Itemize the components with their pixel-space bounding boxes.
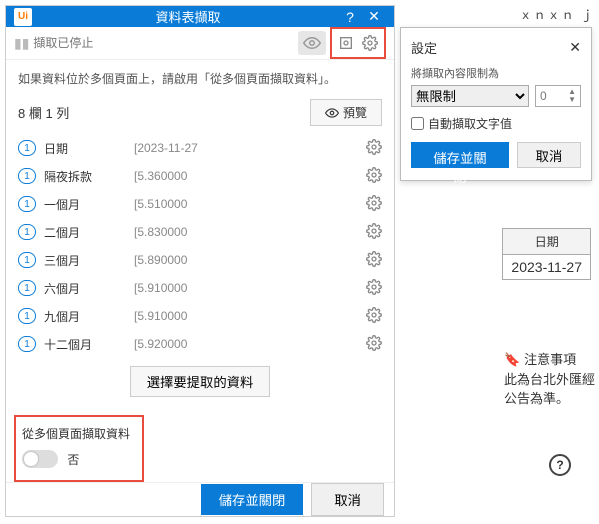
column-badge: 1 <box>18 224 36 240</box>
cancel-button[interactable]: 取消 <box>311 483 384 516</box>
column-value: [5.910000 <box>134 281 366 295</box>
row-gear-icon[interactable] <box>366 335 382 354</box>
target-icon[interactable] <box>334 31 358 55</box>
column-label: 二個月 <box>44 224 134 241</box>
column-badge: 1 <box>18 168 36 184</box>
row-count: 8 欄 1 列 <box>18 103 310 122</box>
row-gear-icon[interactable] <box>366 195 382 214</box>
column-label: 三個月 <box>44 252 134 269</box>
column-value: [5.910000 <box>134 309 366 323</box>
settings-close-icon[interactable]: ✕ <box>569 39 581 56</box>
bg-date-header: 日期 <box>502 228 591 255</box>
multi-page-section: 從多個頁面擷取資料 否 <box>14 415 144 482</box>
column-label: 六個月 <box>44 280 134 297</box>
status-input[interactable] <box>33 36 298 50</box>
background-note: 🔖注意事項 此為台北外匯經 公告為準。 <box>504 350 595 409</box>
column-badge: 1 <box>18 336 36 352</box>
column-row[interactable]: 1 六個月[5.910000 <box>12 274 388 302</box>
column-badge: 1 <box>18 252 36 268</box>
summary-row: 8 欄 1 列 預覽 <box>6 97 394 134</box>
preview-label: 預覽 <box>343 104 367 121</box>
column-row[interactable]: 1 一個月[5.510000 <box>12 190 388 218</box>
limit-select[interactable]: 無限制 <box>411 85 529 107</box>
background-date-table: 日期 2023-11-27 <box>502 228 591 280</box>
column-row[interactable]: 1 二個月[5.830000 <box>12 218 388 246</box>
toolbar: ▮▮ <box>6 27 394 60</box>
bg-date-value: 2023-11-27 <box>502 255 591 280</box>
row-gear-icon[interactable] <box>366 307 382 326</box>
column-label: 十二個月 <box>44 336 134 353</box>
eye-icon[interactable] <box>298 31 326 55</box>
app-logo: Ui <box>14 8 32 26</box>
column-badge: 1 <box>18 308 36 324</box>
column-row[interactable]: 1 三個月[5.890000 <box>12 246 388 274</box>
row-gear-icon[interactable] <box>366 167 382 186</box>
hint-text: 如果資料位於多個頁面上，請啟用「從多個頁面擷取資料」。 <box>6 60 394 97</box>
column-value: [5.920000 <box>134 337 366 351</box>
auto-extract-checkbox[interactable]: 自動擷取文字值 <box>411 115 581 132</box>
settings-cancel-button[interactable]: 取消 <box>517 142 581 168</box>
column-row[interactable]: 1 十二個月[5.920000 <box>12 330 388 358</box>
titlebar: Ui 資料表擷取 ? ✕ <box>6 6 394 27</box>
background-text: ｘｎｘｎ ｊ <box>520 6 595 23</box>
column-value: [5.510000 <box>134 197 366 211</box>
dialog-footer: 儲存並關閉 取消 <box>6 482 394 516</box>
row-gear-icon[interactable] <box>366 251 382 270</box>
settings-subtitle: 將擷取內容限制為 <box>411 65 581 81</box>
column-label: 一個月 <box>44 196 134 213</box>
settings-popup: 設定 ✕ 將擷取內容限制為 無限制 0▲▼ 自動擷取文字值 儲存並關閉 取消 <box>400 27 592 181</box>
auto-extract-label: 自動擷取文字值 <box>428 115 512 132</box>
bookmark-icon: 🔖 <box>504 350 520 370</box>
note-title: 注意事項 <box>524 350 576 370</box>
save-close-button[interactable]: 儲存並關閉 <box>201 484 304 515</box>
preview-button[interactable]: 預覽 <box>310 99 382 126</box>
column-value: [2023-11-27 <box>134 141 366 155</box>
column-label: 隔夜拆款 <box>44 168 134 185</box>
gear-icon[interactable] <box>358 31 382 55</box>
column-value: [5.830000 <box>134 225 366 239</box>
column-row[interactable]: 1 九個月[5.910000 <box>12 302 388 330</box>
help-icon[interactable]: ? <box>549 454 571 476</box>
column-row[interactable]: 1 日期[2023-11-27 <box>12 134 388 162</box>
toggle-value: 否 <box>67 453 79 467</box>
settings-save-button[interactable]: 儲存並關閉 <box>411 142 509 168</box>
note-line: 此為台北外匯經 <box>504 370 595 390</box>
settings-title: 設定 <box>411 38 569 57</box>
extract-dialog: Ui 資料表擷取 ? ✕ ▮▮ 如果資料位於多個頁面上，請啟用「從多個頁面擷取資… <box>5 5 395 517</box>
column-list: 1 日期[2023-11-27 1 隔夜拆款[5.360000 1 一個月[5.51000… <box>6 134 394 358</box>
multi-page-label: 從多個頁面擷取資料 <box>22 425 136 442</box>
column-value: [5.890000 <box>134 253 366 267</box>
limit-number[interactable]: 0▲▼ <box>535 85 581 107</box>
row-gear-icon[interactable] <box>366 139 382 158</box>
dialog-title: 資料表擷取 <box>38 7 338 26</box>
column-badge: 1 <box>18 280 36 296</box>
settings-button-group <box>330 27 386 59</box>
column-label: 九個月 <box>44 308 134 325</box>
row-gear-icon[interactable] <box>366 223 382 242</box>
help-button[interactable]: ? <box>338 9 362 25</box>
auto-extract-input[interactable] <box>411 117 424 130</box>
note-line: 公告為準。 <box>504 389 595 409</box>
multi-page-toggle[interactable] <box>22 450 58 468</box>
row-gear-icon[interactable] <box>366 279 382 298</box>
column-badge: 1 <box>18 140 36 156</box>
pause-icon: ▮▮ <box>14 35 29 52</box>
column-label: 日期 <box>44 140 134 157</box>
column-badge: 1 <box>18 196 36 212</box>
column-row[interactable]: 1 隔夜拆款[5.360000 <box>12 162 388 190</box>
column-value: [5.360000 <box>134 169 366 183</box>
close-button[interactable]: ✕ <box>362 8 386 25</box>
select-data-button[interactable]: 選擇要提取的資料 <box>130 366 271 397</box>
